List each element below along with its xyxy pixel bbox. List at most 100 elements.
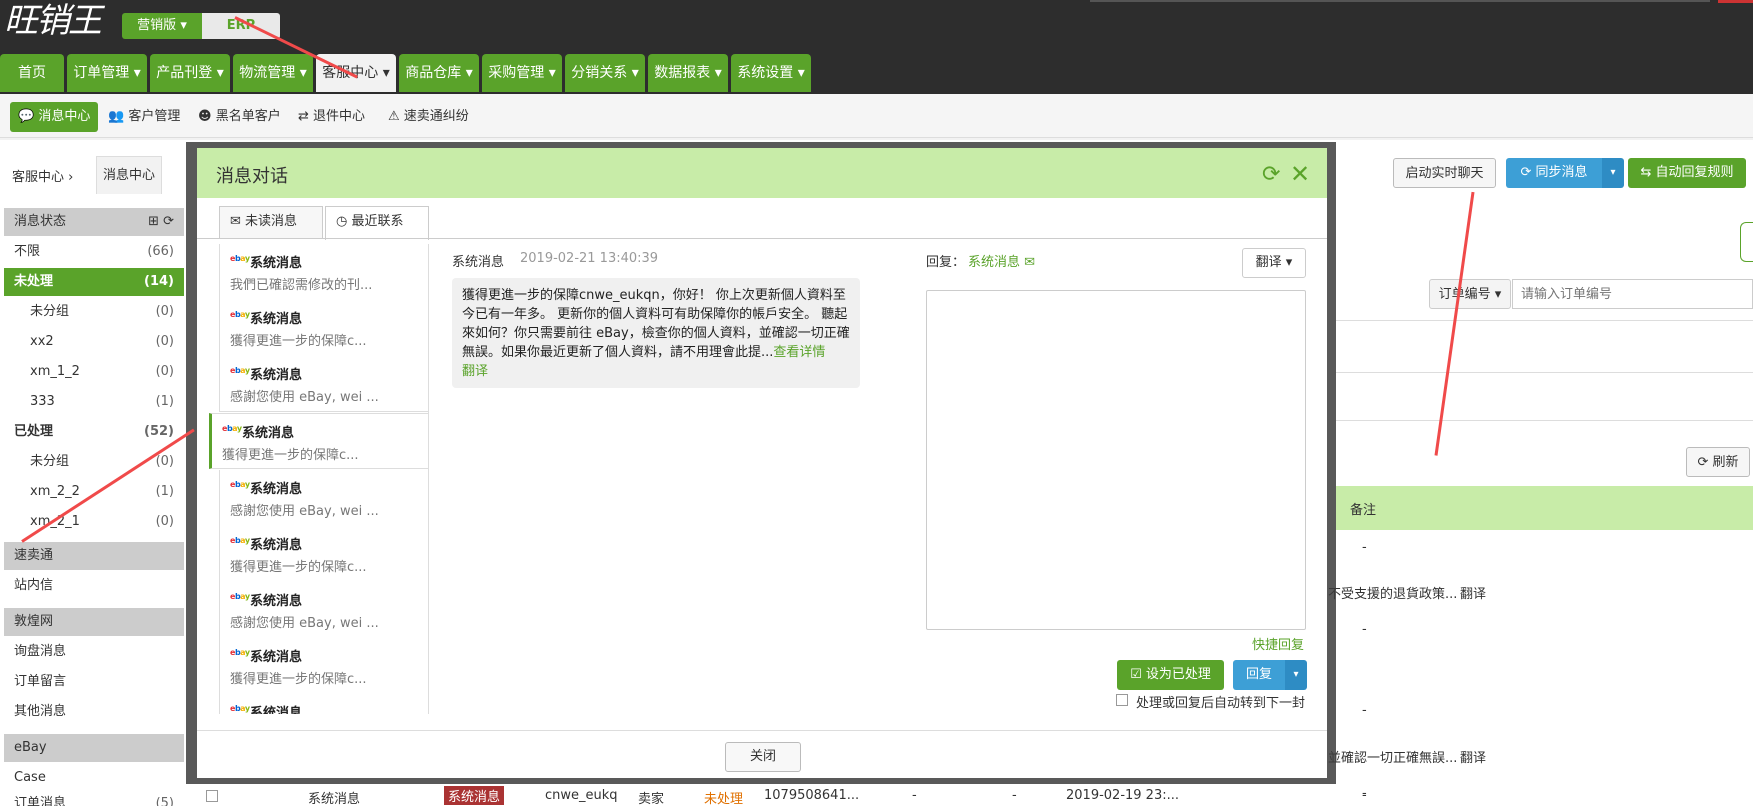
filter-divider <box>1336 420 1753 421</box>
sidebar-item[interactable]: xx2 (0) <box>4 328 184 356</box>
nav-distribution[interactable]: 分销关系 ▾ <box>565 54 645 92</box>
refresh-icon[interactable]: ⟳ <box>1262 162 1280 187</box>
sidebar-item[interactable]: Case <box>4 764 184 792</box>
nav-settings[interactable]: 系统设置 ▾ <box>731 54 811 92</box>
status-badge: 系统消息 <box>444 786 505 805</box>
sidebar-item[interactable]: 订单消息 (5) <box>4 792 184 806</box>
list-item-selected[interactable]: ebay 系统消息 獲得更進一步的保障c... <box>209 413 429 469</box>
breadcrumb[interactable]: 客服中心 › <box>12 166 73 185</box>
quick-reply-link[interactable]: 快捷回复 <box>1252 634 1304 653</box>
sidebar-status-header: 消息状态 ⊞ ⟳ <box>4 208 184 236</box>
sidebar-section-header[interactable]: eBay <box>4 734 184 762</box>
envelope-icon: ✉ <box>230 214 241 229</box>
check-icon: ☑ <box>1130 667 1142 682</box>
close-button[interactable]: 关闭 <box>725 742 801 772</box>
envelope-icon: ✉ <box>1024 255 1036 270</box>
list-item[interactable]: ebay 系统消息 感謝您使用 eBay, wei ... <box>219 356 428 412</box>
sidebar-item[interactable]: 站内信 <box>4 572 184 600</box>
list-item[interactable]: ebay 系统消息 感謝您使用 eBay, wei ... <box>219 470 429 526</box>
nav-purchase[interactable]: 采购管理 ▾ <box>482 54 562 92</box>
subnav-customers[interactable]: 👥 客户管理 <box>108 102 180 132</box>
ebay-logo-icon: ebay <box>230 366 250 375</box>
caret-down-icon: ▾ <box>631 65 639 81</box>
sidebar-item[interactable]: 订单留言 <box>4 668 184 696</box>
table-cell: - <box>1362 622 1367 637</box>
order-no-input[interactable] <box>1512 279 1753 309</box>
reply-button[interactable]: 回复 <box>1233 660 1285 690</box>
sidebar-item[interactable]: 询盘消息 <box>4 638 184 666</box>
dialog-footer-divider <box>197 730 1327 731</box>
nav-products[interactable]: 产品刊登 ▾ <box>150 54 230 92</box>
table-cell: 卖家 <box>638 792 665 806</box>
col-remark-header: 备注 <box>1350 503 1377 518</box>
list-item[interactable]: ebay 系统消息 感謝您使用 eBay, wei ... <box>219 582 429 638</box>
subnav-disputes[interactable]: ⚠ 速卖通纠纷 <box>388 102 469 132</box>
sync-dropdown-caret[interactable]: ▾ <box>1602 158 1624 188</box>
subnav-blacklist[interactable]: ☻ 黑名单客户 <box>198 102 281 132</box>
nav-logistics[interactable]: 物流管理 ▾ <box>233 54 313 92</box>
nav-home[interactable]: 首页 <box>0 54 64 92</box>
top-red-mark <box>1718 0 1753 3</box>
view-details-link[interactable]: 查看详情 <box>773 345 825 360</box>
list-item[interactable]: ebay 系统消息 獲得更進一步的保障c... <box>219 526 429 582</box>
table-cell: 系统消息 <box>308 792 361 806</box>
ebay-logo-icon: ebay <box>230 254 250 263</box>
sidebar-item[interactable]: xm_2_1(0) <box>4 508 184 536</box>
translate-link[interactable]: 翻译 <box>462 364 488 379</box>
sidebar-section-header[interactable]: 速卖通 <box>4 542 184 570</box>
sidebar-item[interactable]: 不限 (66) <box>4 238 184 266</box>
list-item[interactable]: ebay 系统消息 獲得更進一步的保障c... <box>219 300 428 356</box>
translate-link[interactable]: 翻译 <box>1460 583 1486 602</box>
auto-next-checkbox[interactable] <box>1116 694 1128 706</box>
nav-customer-service[interactable]: 客服中心 ▾ <box>316 54 396 92</box>
caret-down-icon: ▾ <box>299 65 307 81</box>
refresh-button[interactable]: ⟳ 刷新 <box>1686 447 1750 477</box>
auto-next-label: 处理或回复后自动转到下一封 <box>1136 696 1306 711</box>
version-dropdown[interactable]: 营销版 ▾ <box>122 13 202 39</box>
sidebar-item[interactable]: 未分组 (0) <box>4 298 184 326</box>
tree-refresh-icon[interactable]: ⊞ ⟳ <box>148 208 174 236</box>
reply-label: 回复： <box>926 255 966 270</box>
caret-down-icon: ▾ <box>216 65 224 81</box>
sidebar-section-header[interactable]: 敦煌网 <box>4 608 184 636</box>
list-item[interactable]: ebay 系统消息 <box>219 694 429 714</box>
mark-processed-button[interactable]: ☑ 设为已处理 <box>1117 660 1224 690</box>
sidebar-item[interactable]: 其他消息 <box>4 698 184 726</box>
sync-messages-button[interactable]: ⟳ 同步消息 <box>1506 158 1602 188</box>
nav-reports[interactable]: 数据报表 ▾ <box>648 54 728 92</box>
tab-divider <box>197 238 1327 239</box>
table-cell: - <box>912 788 917 803</box>
sidebar-item[interactable]: 333 (1) <box>4 388 184 416</box>
sidebar-item[interactable]: xm_1_2 (0) <box>4 358 184 386</box>
blacklist-icon: ☻ <box>198 109 212 124</box>
tab-recent[interactable]: ◷ 最近联系 ⟳ <box>325 206 429 259</box>
breadcrumb-current-tab[interactable]: 消息中心 <box>96 156 162 194</box>
nav-warehouse[interactable]: 商品仓库 ▾ <box>399 54 479 92</box>
sidebar-item[interactable]: 未处理 (14) <box>4 268 184 296</box>
auto-reply-rules-button[interactable]: ⇆ 自动回复规则 <box>1628 158 1746 188</box>
translate-dropdown-button[interactable]: 翻译 ▾ <box>1242 248 1306 278</box>
subnav-returns[interactable]: ⇄ 退件中心 <box>298 102 365 132</box>
table-cell: cnwe_eukq <box>545 788 618 803</box>
live-chat-button[interactable]: 启动实时聊天 <box>1393 158 1496 188</box>
caret-down-icon: ▾ <box>714 65 722 81</box>
table-header <box>1336 486 1753 530</box>
chat-icon: 💬 <box>18 109 35 124</box>
reply-textarea[interactable] <box>926 290 1306 630</box>
reply-dropdown-caret[interactable]: ▾ <box>1285 660 1307 690</box>
sidebar-item[interactable]: 已处理 (52) <box>4 418 184 446</box>
subnav-message-center[interactable]: 💬 消息中心 <box>10 102 99 132</box>
ebay-logo-icon: ebay <box>230 592 250 601</box>
translate-link[interactable]: 翻译 <box>1460 747 1486 766</box>
side-tab-edge[interactable] <box>1740 222 1753 262</box>
row-checkbox[interactable] <box>206 790 218 802</box>
caret-down-icon: ▾ <box>465 65 473 81</box>
warning-icon: ⚠ <box>388 109 400 124</box>
tab-unread[interactable]: ✉ 未读消息 ⟳ <box>219 206 323 259</box>
list-item[interactable]: ebay 系统消息 我們已確認需修改的刊... <box>219 244 428 300</box>
caret-down-icon: ▾ <box>548 65 556 81</box>
close-icon[interactable]: ✕ <box>1290 160 1310 188</box>
nav-orders[interactable]: 订单管理 ▾ <box>67 54 147 92</box>
order-no-dropdown[interactable]: 订单编号 ▾ <box>1429 279 1511 309</box>
list-item[interactable]: ebay 系统消息 獲得更進一步的保障c... <box>219 638 429 694</box>
